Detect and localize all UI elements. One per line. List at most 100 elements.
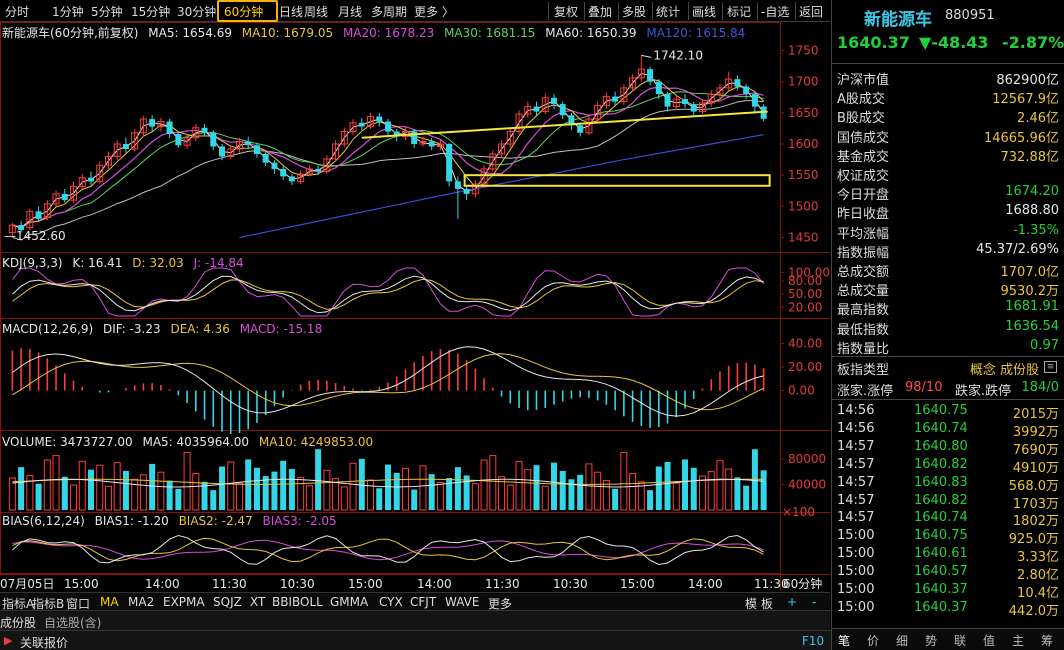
- volume-bar-down: [376, 488, 383, 510]
- y-tick-label: 1500: [788, 199, 819, 213]
- volume-bar-down: [122, 470, 129, 510]
- tab-price[interactable]: 价: [867, 632, 879, 649]
- indicator-tab-cyx[interactable]: CYX: [379, 595, 403, 609]
- remove-indicator-button[interactable]: -: [812, 595, 816, 609]
- list-icon[interactable]: ≡: [1044, 361, 1057, 373]
- volume-bar-down: [18, 467, 25, 510]
- volume-y-label: 80000: [788, 452, 826, 466]
- constituent-tab[interactable]: 成份股: [0, 614, 36, 631]
- tab-value[interactable]: 值: [983, 632, 995, 649]
- multi-stock-button[interactable]: 多股: [622, 3, 646, 20]
- indicator-tab-gmma[interactable]: GMMA: [330, 595, 368, 609]
- macd-dif-line: [12, 346, 764, 417]
- board-type-value[interactable]: 概念 成份股: [970, 359, 1039, 378]
- candle-body-down: [122, 144, 129, 149]
- kdj-legend: KDJ(9,3,3) K: 16.41 D: 32.03 J: -14.84: [2, 256, 244, 270]
- tick-time: 15:00: [837, 564, 875, 580]
- tick-price: 1640.75: [914, 528, 968, 544]
- indicator-tab-wave[interactable]: WAVE: [445, 595, 479, 609]
- volume-bar-down: [655, 466, 662, 510]
- y-tick-label: 1600: [788, 137, 819, 151]
- period-tab-week[interactable]: 周线: [304, 3, 328, 20]
- period-tab-month[interactable]: 月线: [338, 3, 362, 20]
- indicator-tab-sqjz[interactable]: SQJZ: [213, 595, 242, 609]
- tick-price: 1640.74: [914, 510, 968, 526]
- candle-body-down: [253, 145, 260, 154]
- candle-body-down: [87, 177, 94, 182]
- expand-arrow-icon[interactable]: ▶: [4, 634, 12, 647]
- tick-time: 14:57: [837, 510, 875, 526]
- indicator-tab-ma[interactable]: MA: [100, 595, 119, 609]
- tab-trades[interactable]: 笔: [838, 632, 850, 649]
- tick-row: 14:57 1640.82 4910万: [832, 456, 1064, 476]
- back-button[interactable]: 返回: [799, 3, 823, 20]
- stat-label: 最低指数: [837, 322, 890, 338]
- period-tab-15min[interactable]: 15分钟: [131, 3, 170, 20]
- stat-value: 1674.20: [1005, 184, 1059, 200]
- stat-value: 1681.91: [1005, 299, 1059, 315]
- macd-title: MACD(12,26,9): [2, 322, 94, 336]
- indicator-tab-xt[interactable]: XT: [250, 595, 265, 609]
- indicator-tab-bbiboll[interactable]: BBIBOLL: [272, 595, 323, 609]
- period-tab-multi[interactable]: 多周期: [371, 3, 407, 20]
- legend-ma20: MA20: 1678.23: [342, 26, 435, 40]
- drawn-rectangle: [463, 174, 771, 187]
- tick-row: 14:57 1640.82 1703万: [832, 492, 1064, 512]
- toolbar-divider: [722, 2, 723, 20]
- period-tab-fenshi[interactable]: 分时: [5, 3, 29, 20]
- period-tab-more[interactable]: 更多 〉: [414, 3, 454, 20]
- volume-bar-up: [585, 463, 593, 511]
- candle-body-down: [428, 141, 435, 147]
- restore-rights-button[interactable]: 复权: [554, 3, 578, 20]
- toolbar-divider: [795, 2, 796, 20]
- volume-bar-up: [157, 471, 165, 511]
- x-axis-label: 15:00: [620, 577, 655, 590]
- kdj-title: KDJ(9,3,3): [2, 256, 63, 270]
- period-tab-1min[interactable]: 1分钟: [52, 3, 84, 20]
- overlay-button[interactable]: 叠加: [588, 3, 612, 20]
- watchlist-tab[interactable]: 自选股(含): [44, 614, 101, 631]
- draw-line-button[interactable]: 画线: [692, 3, 716, 20]
- indicator-tab-ma2[interactable]: MA2: [128, 595, 154, 609]
- volume-bar-down: [690, 467, 697, 510]
- stat-label: B股成交: [837, 111, 885, 127]
- stat-row: A股成交 12567.9亿: [837, 87, 1059, 107]
- indicator-tab-cfjt[interactable]: CFJT: [410, 595, 436, 609]
- tab-detail[interactable]: 细: [896, 632, 908, 649]
- chart-area[interactable]: 1750 1700 1650 1600 1550 1500 1450 1742.10 —1452…: [0, 22, 830, 590]
- period-tab-day[interactable]: 日线: [279, 3, 303, 20]
- tab-trend[interactable]: 势: [925, 632, 937, 649]
- period-tab-60min[interactable]: 60分钟: [224, 3, 263, 20]
- remove-watchlist-button[interactable]: -自选: [761, 3, 789, 20]
- kline-chart-svg[interactable]: 1750 1700 1650 1600 1550 1500 1450 1742.10 —1452…: [0, 22, 830, 590]
- tick-row: 15:00 1640.61 3.33亿: [832, 545, 1064, 565]
- indicator-tab-expma[interactable]: EXPMA: [163, 595, 205, 609]
- volume-bar-down: [664, 462, 671, 510]
- f10-button[interactable]: F10: [802, 634, 824, 648]
- volume-bar-down: [743, 485, 750, 510]
- bias-2: BIAS2: -2.47: [178, 514, 253, 528]
- period-tab-30min[interactable]: 30分钟: [177, 3, 216, 20]
- period-tab-5min[interactable]: 5分钟: [91, 3, 123, 20]
- x-axis-label: 14:00: [688, 577, 723, 590]
- statistics-button[interactable]: 统计: [656, 3, 680, 20]
- tick-row: 14:57 1640.80 7690万: [832, 438, 1064, 458]
- volume-bar-down: [175, 488, 182, 510]
- tab-chips[interactable]: 筹: [1041, 632, 1053, 649]
- stat-value: 2.46亿: [1017, 111, 1059, 127]
- mark-button[interactable]: 标记: [727, 3, 751, 20]
- add-indicator-button[interactable]: +: [787, 595, 797, 609]
- tab-linked[interactable]: 联: [954, 632, 966, 649]
- macd-y-label: 40.00: [788, 336, 822, 350]
- stat-label: 指数量比: [837, 341, 890, 357]
- volume-bar-up: [367, 479, 375, 511]
- stat-label: 权证成交: [837, 169, 890, 184]
- related-quote-tab[interactable]: 关联报价: [20, 634, 68, 650]
- volume-bar-up: [471, 483, 479, 511]
- tab-main[interactable]: 主: [1012, 632, 1024, 649]
- stat-value: 14665.96亿: [983, 130, 1059, 146]
- candle-body-down: [35, 211, 42, 219]
- indicator-tab-bar: 指标A 指标B 窗口 MA MA2 EXPMA SQJZ XT BBIBOLL …: [0, 592, 830, 611]
- stat-row: 昨日收盘 1688.80: [837, 202, 1059, 222]
- y-tick-label: 1550: [788, 168, 819, 182]
